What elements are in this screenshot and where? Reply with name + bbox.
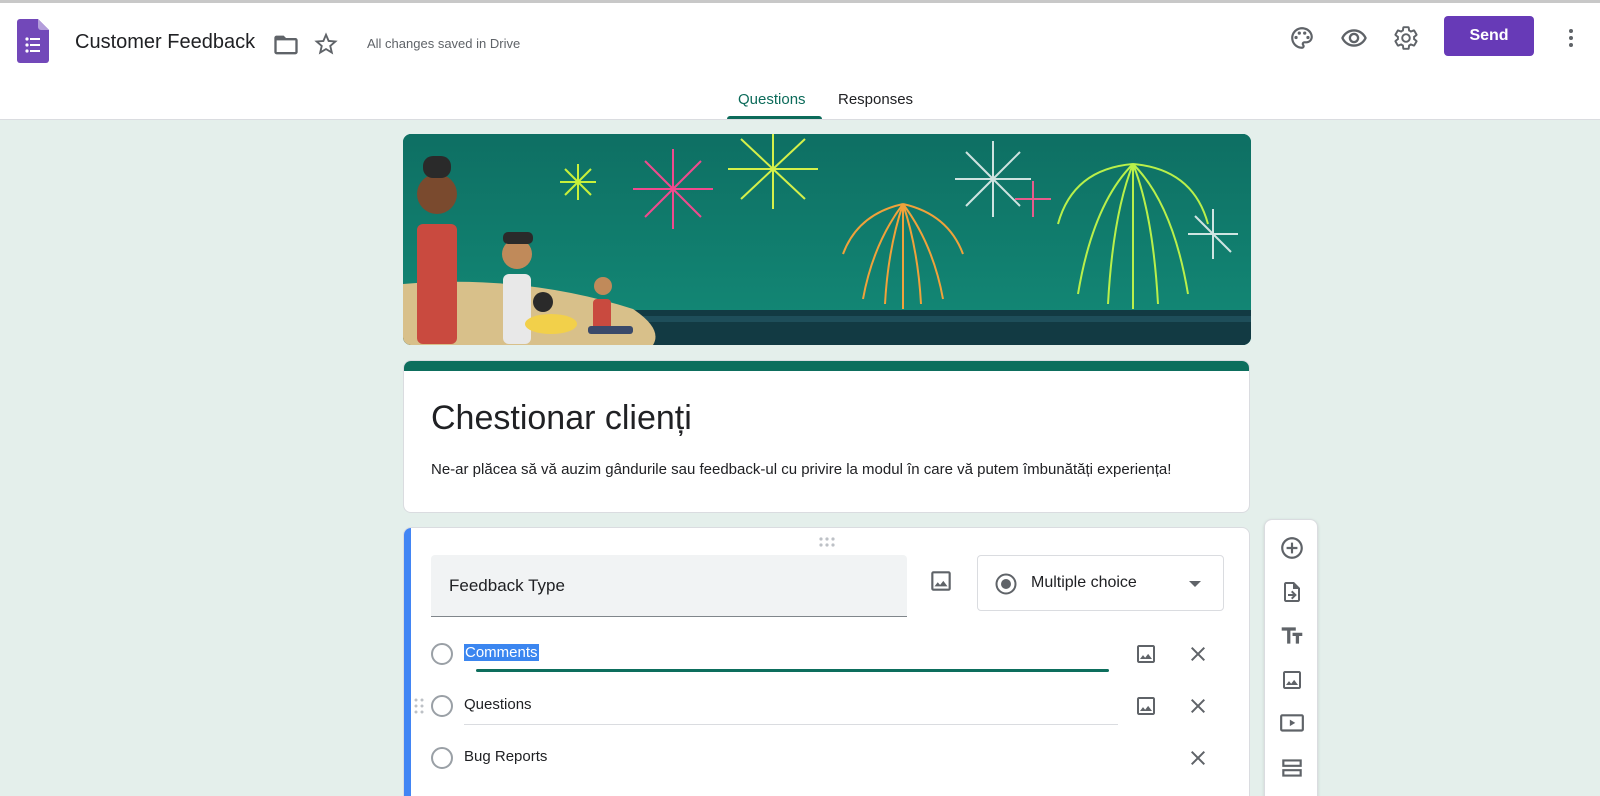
settings-gear-icon[interactable] [1390, 22, 1422, 54]
option-label[interactable]: Questions [464, 696, 532, 713]
add-image-icon[interactable] [1276, 664, 1308, 696]
option-label[interactable]: Bug Reports [464, 748, 547, 765]
option-underline [464, 724, 1118, 725]
add-section-icon[interactable] [1276, 752, 1308, 784]
remove-option-close-icon[interactable] [1186, 642, 1210, 666]
save-status-text: All changes saved in Drive [367, 36, 521, 51]
option-focus-underline [476, 669, 1109, 672]
option-image-icon[interactable] [1134, 694, 1158, 718]
app-header: Customer Feedback All changes saved in D… [0, 3, 1600, 120]
question-type-label: Multiple choice [1031, 574, 1137, 591]
form-description[interactable]: Ne-ar plăcea să vă auzim gândurile sau f… [431, 461, 1171, 478]
tab-questions[interactable]: Questions [738, 91, 806, 108]
title-text-icon[interactable] [1276, 620, 1308, 652]
header-banner-image [403, 134, 1251, 345]
option-row[interactable]: Comments [404, 628, 1249, 678]
star-icon[interactable] [312, 30, 340, 58]
remove-option-close-icon[interactable] [1186, 694, 1210, 718]
question-title-input[interactable]: Feedback Type [431, 555, 907, 617]
option-row[interactable]: Questions [404, 680, 1249, 730]
drag-handle-icon[interactable] [818, 536, 836, 548]
add-circle-icon[interactable] [1276, 532, 1308, 564]
folder-icon[interactable] [272, 31, 300, 59]
form-title[interactable]: Chestionar clienți [431, 399, 692, 438]
question-card[interactable]: Feedback Type Multiple choice Comments Q… [403, 527, 1250, 796]
preview-eye-icon[interactable] [1338, 22, 1370, 54]
more-vert-icon[interactable] [1555, 22, 1587, 54]
import-questions-icon[interactable] [1276, 576, 1308, 608]
radio-option-icon [431, 695, 453, 717]
question-title-text: Feedback Type [449, 576, 565, 595]
option-label[interactable]: Comments [464, 644, 539, 661]
forms-logo-icon[interactable] [17, 19, 49, 63]
dropdown-arrow-icon [1189, 581, 1201, 587]
theme-color-bar [404, 361, 1249, 371]
option-image-icon[interactable] [1134, 642, 1158, 666]
form-title-card: Chestionar clienți Ne-ar plăcea să vă au… [403, 360, 1250, 513]
remove-option-close-icon[interactable] [1186, 746, 1210, 770]
option-row[interactable]: Bug Reports [404, 732, 1249, 782]
drag-handle-icon[interactable] [414, 698, 424, 714]
radio-option-icon [431, 643, 453, 665]
image-icon[interactable] [928, 568, 954, 594]
active-tab-indicator [727, 116, 822, 119]
add-video-icon[interactable] [1276, 708, 1308, 740]
send-button[interactable]: Send [1444, 16, 1534, 56]
radio-button-checked-icon [995, 573, 1017, 595]
radio-option-icon [431, 747, 453, 769]
question-type-select[interactable]: Multiple choice [977, 555, 1224, 611]
document-title[interactable]: Customer Feedback [75, 31, 255, 54]
palette-icon[interactable] [1286, 22, 1318, 54]
floating-toolbar [1264, 519, 1318, 796]
tab-responses[interactable]: Responses [838, 91, 913, 108]
